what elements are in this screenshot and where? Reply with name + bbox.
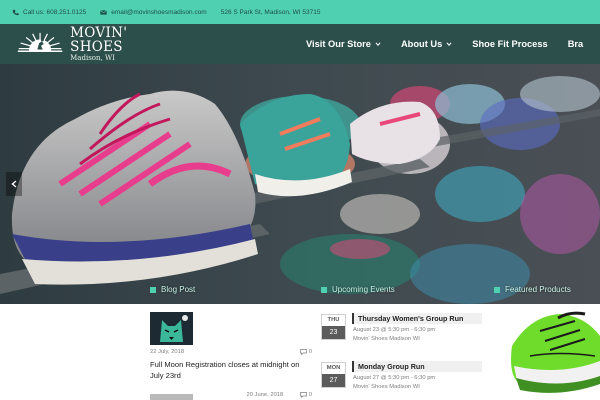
section-tab-label: Blog Post <box>161 285 196 294</box>
nav-about-us[interactable]: About Us <box>401 39 452 49</box>
envelope-icon <box>100 9 108 15</box>
brand-title: MOVIN' SHOES <box>70 24 128 55</box>
section-tab-label: Featured Products <box>505 285 571 294</box>
comment-icon <box>299 349 307 355</box>
event-title-link[interactable]: Thursday Women's Group Run <box>352 313 482 324</box>
site-logo[interactable]: MOVIN' SHOES Madison, WI <box>16 24 176 62</box>
event-item[interactable]: MON 27 Monday Group Run August 27 @ 5:30… <box>321 360 483 400</box>
sunrise-runner-logo-icon <box>17 32 63 52</box>
address-text: 526 S Park St, Madison, WI 53715 <box>220 8 321 16</box>
event-time: August 23 @ 5:30 pm - 6:30 pm <box>353 327 436 333</box>
top-contact-bar: Call us: 608.251.0125 email@movinshoesma… <box>0 0 600 24</box>
chevron-down-icon <box>446 42 452 47</box>
hero-slider[interactable] <box>0 64 600 304</box>
section-tab-events[interactable]: Upcoming Events <box>321 285 395 294</box>
main-navigation: Visit Our Store About Us Shoe Fit Proces… <box>306 24 600 64</box>
comment-count: 0 <box>308 392 312 398</box>
phone-contact[interactable]: Call us: 608.251.0125 <box>12 9 86 16</box>
nav-visit-our-store[interactable]: Visit Our Store <box>306 39 381 49</box>
phone-icon <box>12 9 19 15</box>
section-tab-label: Upcoming Events <box>332 285 395 294</box>
email-contact[interactable]: email@movinshoesmadison.com <box>100 8 207 16</box>
page: Call us: 608.251.0125 email@movinshoesma… <box>0 0 600 400</box>
chevron-left-icon <box>11 180 17 188</box>
square-bullet-icon <box>150 286 156 293</box>
nav-label: About Us <box>400 39 443 49</box>
nav-label: Bra <box>567 39 584 49</box>
nav-bra[interactable]: Bra <box>568 39 584 49</box>
nav-shoe-fit-process[interactable]: Shoe Fit Process <box>472 39 547 49</box>
square-bullet-icon <box>321 286 327 293</box>
square-bullet-icon <box>494 286 500 293</box>
event-weekday: THU <box>322 315 345 326</box>
comment-count: 0 <box>308 349 312 355</box>
comment-icon <box>299 392 307 398</box>
phone-text: Call us: 608.251.0125 <box>23 8 87 16</box>
post-date: 22 July, 2018 <box>150 349 185 355</box>
event-weekday: MON <box>322 363 345 374</box>
email-text: email@movinshoesmadison.com <box>111 8 207 16</box>
nav-label: Visit Our Store <box>306 39 371 49</box>
site-header: MOVIN' SHOES Madison, WI Visit Our Store… <box>0 24 600 64</box>
post-date: 20 June, 2018 <box>246 392 284 398</box>
post-thumbnail-2[interactable] <box>150 394 193 400</box>
wolf-artwork-image <box>150 312 193 345</box>
event-item[interactable]: THU 23 Thursday Women's Group Run August… <box>321 312 483 360</box>
section-tab-blog[interactable]: Blog Post <box>150 285 195 294</box>
section-tab-products[interactable]: Featured Products <box>494 285 571 294</box>
green-running-shoe-image <box>511 311 600 393</box>
post-comments[interactable]: 0 <box>299 349 312 355</box>
blog-column: 22 July, 2018 0 Full Moon Registration c… <box>150 312 312 381</box>
event-day: 27 <box>322 374 345 387</box>
event-day: 23 <box>322 326 345 339</box>
slider-prev-button[interactable] <box>6 172 22 196</box>
event-calendar-badge: THU 23 <box>321 314 346 340</box>
event-title-link[interactable]: Monday Group Run <box>352 361 482 372</box>
brand-subtitle: Madison, WI <box>70 53 115 62</box>
chevron-down-icon <box>375 42 381 47</box>
nav-label: Shoe Fit Process <box>472 39 548 49</box>
post-thumbnail[interactable] <box>150 312 193 345</box>
post-title-link[interactable]: Full Moon Registration closes at midnigh… <box>150 359 312 381</box>
featured-product-image[interactable] <box>500 306 600 400</box>
event-calendar-badge: MON 27 <box>321 362 346 388</box>
events-column: THU 23 Thursday Women's Group Run August… <box>321 312 483 400</box>
hero-shoe-wall-image <box>0 64 600 304</box>
event-location: Movin' Shoes Madison WI <box>353 336 420 342</box>
event-location: Movin' Shoes Madison WI <box>353 384 420 390</box>
post-comments[interactable]: 0 <box>299 392 312 398</box>
address-contact: 526 S Park St, Madison, WI 53715 <box>221 9 321 16</box>
event-time: August 27 @ 5:30 pm - 6:30 pm <box>353 375 436 381</box>
